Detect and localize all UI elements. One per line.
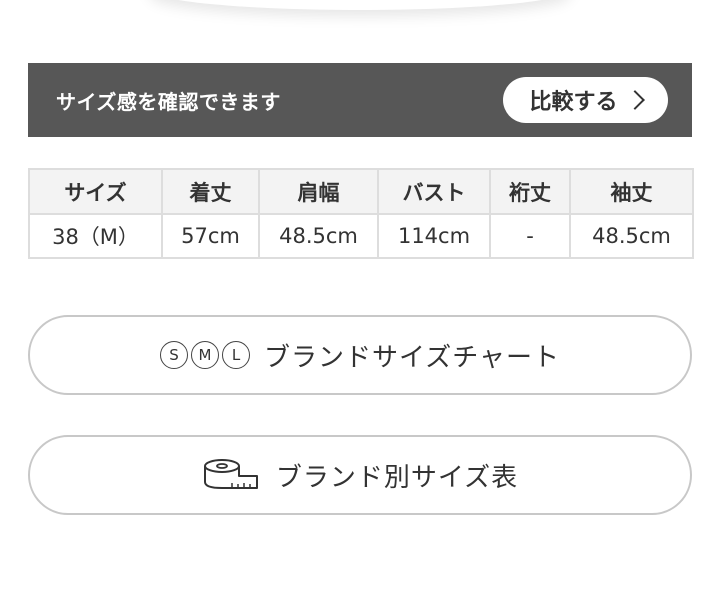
size-compare-text: サイズ感を確認できます xyxy=(56,89,281,114)
brand-size-table-label: ブランド別サイズ表 xyxy=(275,462,519,493)
cell-size: 38（M） xyxy=(28,213,163,259)
header-shoulder: 肩幅 xyxy=(258,168,379,215)
size-table: サイズ 着丈 肩幅 バスト 裄丈 袖丈 38（M） 57cm 48.5cm 11… xyxy=(28,168,694,259)
page: サイズ感を確認できます 比較する サイズ 着丈 肩幅 バスト 裄丈 袖丈 38（… xyxy=(0,0,720,613)
size-s-icon: S xyxy=(160,341,189,369)
brand-size-chart-label: ブランドサイズチャート xyxy=(264,342,560,373)
cell-bust: 114cm xyxy=(377,213,491,259)
header-size: サイズ xyxy=(28,168,163,215)
brand-size-chart-button[interactable]: S M L ブランドサイズチャート xyxy=(28,315,692,395)
size-m-icon: M xyxy=(191,341,220,369)
size-l-icon: L xyxy=(222,341,251,369)
cell-sleeve: 48.5cm xyxy=(569,213,694,259)
cell-yukitake: - xyxy=(489,213,571,259)
size-table-header-row: サイズ 着丈 肩幅 バスト 裄丈 袖丈 xyxy=(28,168,694,215)
chevron-right-icon xyxy=(624,90,645,110)
header-length: 着丈 xyxy=(161,168,260,215)
measuring-tape-icon xyxy=(202,457,260,493)
compare-button[interactable]: 比較する xyxy=(503,77,668,123)
size-compare-bar: サイズ感を確認できます 比較する xyxy=(28,63,692,137)
header-bust: バスト xyxy=(377,168,491,215)
sml-size-icon: S M L xyxy=(160,341,251,369)
brand-size-table-button[interactable]: ブランド別サイズ表 xyxy=(28,435,692,515)
cell-shoulder: 48.5cm xyxy=(258,213,379,259)
header-sleeve: 袖丈 xyxy=(569,168,694,215)
table-row: 38（M） 57cm 48.5cm 114cm - 48.5cm xyxy=(28,213,694,259)
compare-button-label: 比較する xyxy=(529,90,618,115)
header-yukitake: 裄丈 xyxy=(489,168,571,215)
card-edge xyxy=(150,0,570,10)
cell-length: 57cm xyxy=(161,213,260,259)
